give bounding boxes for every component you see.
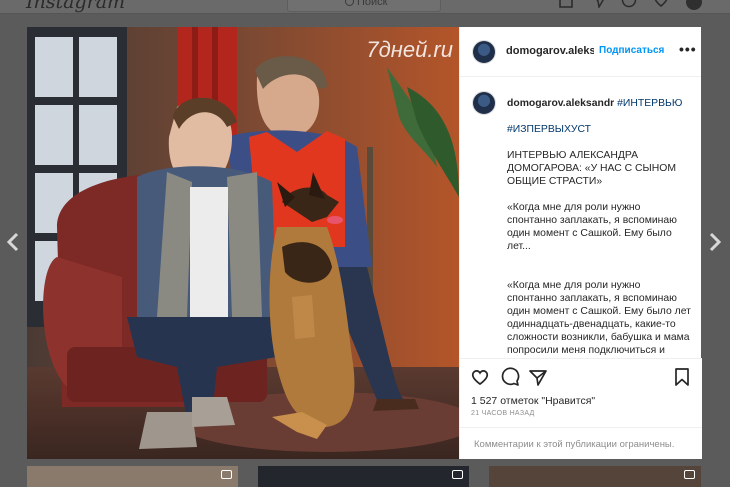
- likes-count[interactable]: 1 527 отметок "Нравится": [471, 395, 595, 407]
- video-camera-icon: [684, 470, 695, 479]
- explore-icon[interactable]: [621, 0, 637, 8]
- post-timestamp: 21 ЧАСОВ НАЗАД: [471, 410, 535, 417]
- author-username[interactable]: domogarov.aleksandr: [506, 45, 594, 57]
- post-photo[interactable]: 7дней.ru: [27, 27, 459, 459]
- save-icon[interactable]: [672, 367, 692, 387]
- home-icon[interactable]: [558, 0, 574, 8]
- profile-avatar[interactable]: [686, 0, 702, 10]
- caption-quote: «Когда мне для роли нужно спонтанно запл…: [507, 202, 677, 252]
- post-modal: 7дней.ru domogarov.aleksandr Подписаться…: [27, 27, 702, 459]
- caption-username[interactable]: domogarov.aleksandr: [507, 98, 614, 109]
- search-placeholder: Поиск: [357, 0, 388, 8]
- video-camera-icon: [221, 470, 232, 479]
- caption-text: domogarov.aleksandr #ИНТЕРВЬЮ #ИЗПЕРВЫХУ…: [507, 97, 692, 370]
- chevron-left-icon[interactable]: [6, 232, 20, 252]
- video-camera-icon: [452, 470, 463, 479]
- share-icon[interactable]: [528, 367, 548, 387]
- instagram-logo[interactable]: Instagram: [26, 0, 125, 13]
- heart-icon[interactable]: [653, 0, 669, 8]
- like-icon[interactable]: [470, 367, 490, 387]
- hashtag-link[interactable]: #ИЗПЕРВЫХУСТ: [507, 124, 591, 135]
- grid-thumbnail[interactable]: [27, 466, 238, 487]
- post-caption: domogarov.aleksandr #ИНТЕРВЬЮ #ИЗПЕРВЫХУ…: [460, 77, 702, 373]
- post-side-panel: domogarov.aleksandr Подписаться ••• domo…: [459, 27, 702, 459]
- comment-icon[interactable]: [500, 367, 520, 387]
- author-avatar[interactable]: [473, 41, 495, 63]
- comments-disabled-text: Комментарии к этой публикации ограничены…: [474, 439, 675, 450]
- caption-avatar[interactable]: [473, 92, 495, 114]
- post-header: domogarov.aleksandr Подписаться •••: [460, 27, 701, 77]
- caption-title: ИНТЕРВЬЮ АЛЕКСАНДРА ДОМОГАРОВА: «У НАС С…: [507, 150, 676, 187]
- post-actions: 1 527 отметок "Нравится" 21 ЧАСОВ НАЗАД …: [460, 358, 702, 459]
- hashtag-link[interactable]: #ИНТЕРВЬЮ: [617, 98, 682, 109]
- more-options-icon[interactable]: •••: [679, 41, 697, 57]
- grid-thumbnail[interactable]: [258, 466, 469, 487]
- comments-disabled-notice: Комментарии к этой публикации ограничены…: [460, 427, 702, 460]
- caption-quote: «Когда мне для роли нужно спонтанно запл…: [507, 280, 691, 369]
- chevron-right-icon[interactable]: [708, 232, 722, 252]
- top-nav-bar: Instagram Поиск: [0, 0, 730, 14]
- direct-icon[interactable]: [591, 0, 607, 8]
- search-box[interactable]: Поиск: [287, 0, 441, 12]
- follow-button[interactable]: Подписаться: [599, 45, 664, 56]
- watermark: 7дней.ru: [366, 37, 453, 62]
- photo-illustration: [27, 27, 459, 459]
- search-icon: [345, 0, 354, 6]
- grid-thumbnail[interactable]: [489, 466, 701, 487]
